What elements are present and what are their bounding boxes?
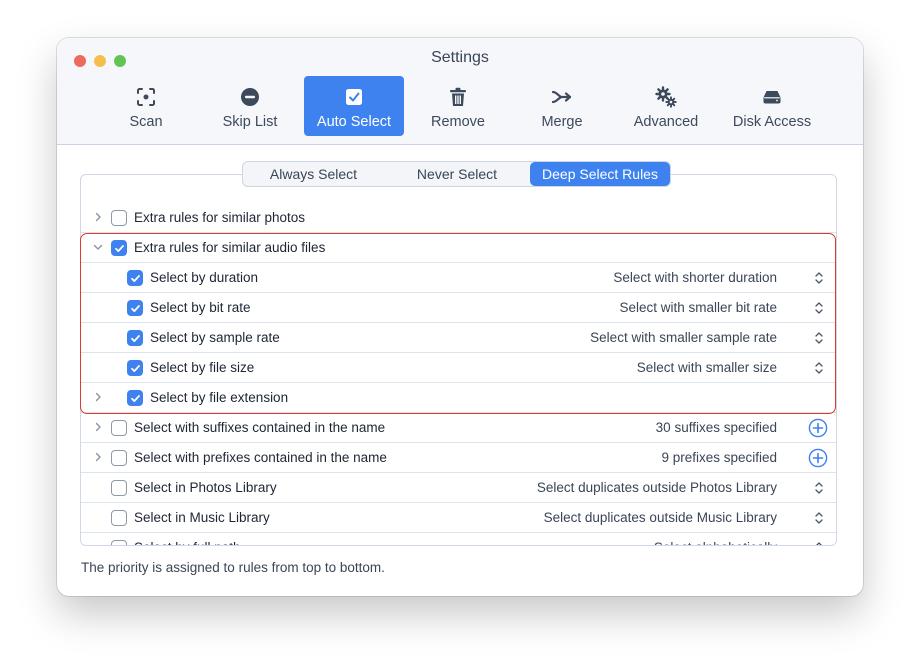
segment-never-select[interactable]: Never Select [384, 162, 530, 186]
rules-segmented-control: Always Select Never Select Deep Select R… [242, 161, 671, 187]
stepper-icon[interactable] [814, 331, 824, 345]
rule-label: Select by file extension [150, 390, 289, 405]
rule-row[interactable]: Select by file extension [81, 383, 836, 413]
rule-row[interactable]: Select with suffixes contained in the na… [81, 413, 836, 443]
stepper-icon[interactable] [814, 481, 824, 495]
rule-checkbox[interactable] [111, 420, 127, 436]
checkbox-icon [346, 89, 362, 105]
toolbar-advanced[interactable]: Advanced [616, 76, 716, 136]
toolbar-skip-list[interactable]: Skip List [200, 76, 300, 136]
rule-checkbox[interactable] [111, 450, 127, 466]
rule-row[interactable]: Select by duration Select with shorter du… [81, 263, 836, 293]
stepper-icon[interactable] [814, 541, 824, 546]
segment-deep-select-rules[interactable]: Deep Select Rules [530, 162, 670, 186]
toolbar-merge[interactable]: Merge [512, 76, 612, 136]
title-bar: Settings Scan Skip List Auto Select Remo… [57, 38, 863, 145]
rule-label: Select by duration [150, 270, 259, 285]
rule-row[interactable]: Select by sample rate Select with smaller… [81, 323, 836, 353]
merge-arrow-icon [551, 90, 572, 104]
rule-row[interactable]: Select in Photos Library Select duplicate… [81, 473, 836, 503]
rule-checkbox[interactable] [127, 270, 143, 286]
rule-row[interactable]: Extra rules for similar audio files [81, 233, 836, 263]
toolbar-disk-access[interactable]: Disk Access [720, 76, 824, 136]
rule-value: 9 prefixes specified [661, 450, 777, 465]
rule-label: Select with suffixes contained in the na… [134, 420, 386, 435]
chevron-right-icon[interactable] [92, 391, 104, 403]
drive-icon [763, 91, 781, 104]
stepper-icon[interactable] [814, 361, 824, 375]
rule-checkbox[interactable] [111, 240, 127, 256]
rule-value[interactable]: Select with smaller sample rate [590, 330, 777, 345]
priority-note: The priority is assigned to rules from t… [81, 560, 385, 575]
checkmark-icon [131, 305, 140, 312]
trash-icon [450, 87, 466, 106]
stepper-icon[interactable] [814, 271, 824, 285]
rule-label: Select by sample rate [150, 330, 280, 345]
rule-value[interactable]: Select with shorter duration [613, 270, 777, 285]
window-title: Settings [431, 49, 489, 66]
segment-always-select[interactable]: Always Select [243, 162, 384, 186]
rule-checkbox[interactable] [127, 390, 143, 406]
rule-row[interactable]: Select by full path Select alphabetically [81, 533, 836, 546]
rule-checkbox[interactable] [111, 540, 127, 545]
rule-value: 30 suffixes specified [655, 420, 777, 435]
rule-row[interactable]: Select with prefixes contained in the na… [81, 443, 836, 473]
rule-label: Select in Photos Library [134, 480, 277, 495]
rule-value[interactable]: Select with smaller size [637, 360, 777, 375]
rule-label: Extra rules for similar photos [134, 210, 306, 225]
rule-value[interactable]: Select with smaller bit rate [619, 300, 777, 315]
checkmark-icon [131, 365, 140, 372]
rule-row[interactable]: Extra rules for similar photos [81, 203, 836, 233]
toolbar-scan[interactable]: Scan [96, 76, 196, 136]
rule-checkbox[interactable] [127, 360, 143, 376]
settings-window: Settings Scan Skip List Auto Select Remo… [57, 38, 863, 596]
chevron-down-icon[interactable] [92, 241, 104, 253]
gears-icon [655, 86, 677, 108]
rule-row[interactable]: Select in Music Library Select duplicates… [81, 503, 836, 533]
rule-checkbox[interactable] [127, 330, 143, 346]
rule-checkbox[interactable] [111, 210, 127, 226]
toolbar-auto-select[interactable]: Auto Select [304, 76, 404, 136]
add-icon[interactable] [808, 448, 828, 468]
rule-value[interactable]: Select alphabetically [654, 540, 777, 545]
toolbar-remove[interactable]: Remove [408, 76, 508, 136]
rule-label: Select by file size [150, 360, 255, 375]
checkmark-icon [131, 335, 140, 342]
rule-checkbox[interactable] [111, 480, 127, 496]
add-icon[interactable] [808, 418, 828, 438]
checkmark-icon [115, 245, 124, 252]
rule-checkbox[interactable] [111, 510, 127, 526]
rule-label: Select with prefixes contained in the na… [134, 450, 387, 465]
rule-label: Select in Music Library [134, 510, 270, 525]
rule-value[interactable]: Select duplicates outside Music Library [544, 510, 777, 525]
stepper-icon[interactable] [814, 301, 824, 315]
minus-circle-icon [241, 88, 259, 106]
rule-label: Extra rules for similar audio files [134, 240, 326, 255]
rules-list: Extra rules for similar photos Extra rule… [80, 174, 837, 546]
rule-label: Select by bit rate [150, 300, 251, 315]
chevron-right-icon[interactable] [92, 421, 104, 433]
chevron-right-icon[interactable] [92, 211, 104, 223]
rule-checkbox[interactable] [127, 300, 143, 316]
rule-row[interactable]: Select by bit rate Select with smaller bi… [81, 293, 836, 323]
checkmark-icon [131, 395, 140, 402]
chevron-right-icon[interactable] [92, 451, 104, 463]
rule-value[interactable]: Select duplicates outside Photos Library [537, 480, 777, 495]
scan-icon [137, 88, 155, 106]
rule-row[interactable]: Select by file size Select with smaller s… [81, 353, 836, 383]
rule-label: Select by full path [134, 540, 241, 545]
checkmark-icon [131, 275, 140, 282]
stepper-icon[interactable] [814, 511, 824, 525]
